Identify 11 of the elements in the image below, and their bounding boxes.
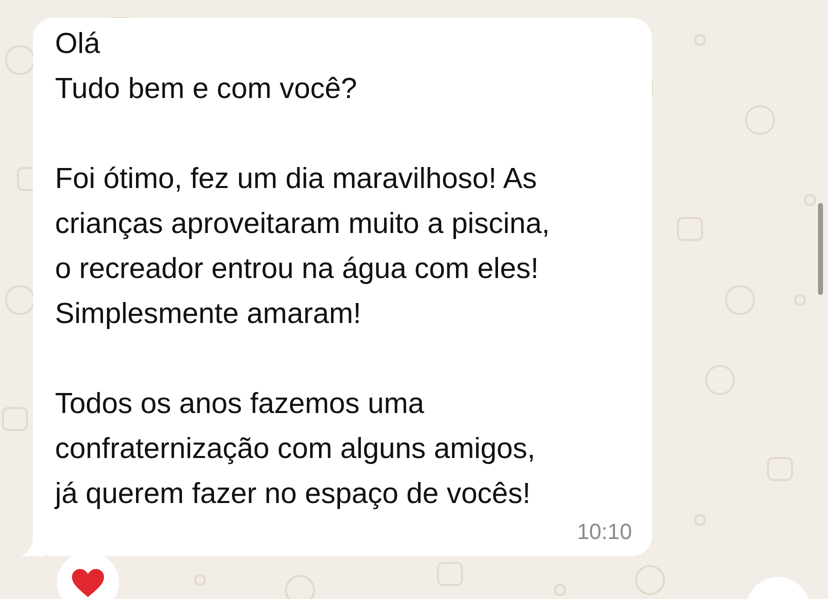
heart-icon [71,568,105,598]
message-line: Tudo bem e com você? [55,72,357,107]
message-line: Foi ótimo, fez um dia maravilhoso! As [55,162,537,197]
message-line: Todos os anos fazemos uma [55,387,424,422]
message-line: Simplesmente amaram! [55,297,362,332]
message-line: crianças aproveitaram muito a piscina, [55,207,550,242]
message-line: Olá [55,27,100,62]
message-time: 10:10 [576,518,632,546]
message-line: confraternização com alguns amigos, [55,432,536,467]
message-line: o recreador entrou na água com eles! [55,252,539,287]
message-line: já querem fazer no espaço de vocês! [55,477,531,512]
